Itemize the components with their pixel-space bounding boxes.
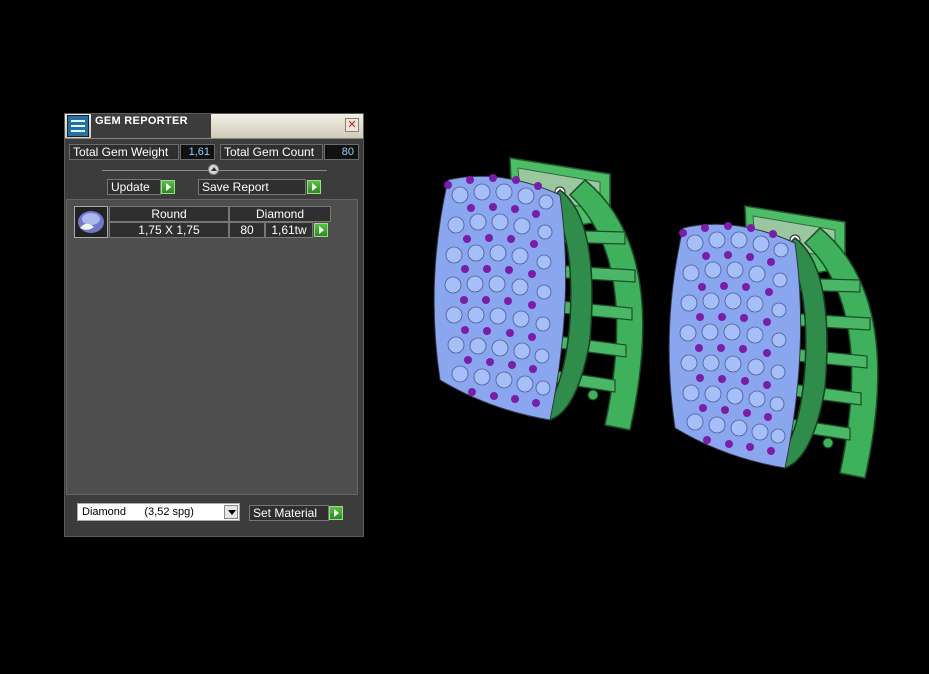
round-gem-icon[interactable] [74, 206, 108, 238]
material-select-value: Diamond (3,52 spg) [82, 506, 194, 518]
update-go-icon[interactable] [161, 180, 175, 194]
gem-count-cell[interactable]: 80 [229, 222, 265, 238]
set-material-go-icon[interactable] [329, 506, 343, 520]
gem-weight-cell[interactable]: 1,61tw [265, 222, 313, 238]
gem-reporter-app-icon [67, 115, 89, 137]
total-gem-count-value: 80 [324, 144, 359, 160]
gem-size-cell[interactable]: 1,75 X 1,75 [109, 222, 229, 238]
gem-shape-cell[interactable]: Round [109, 206, 229, 222]
material-select[interactable]: Diamond (3,52 spg) [77, 503, 240, 521]
earrings-render [433, 157, 879, 479]
gem-row-go-icon[interactable] [314, 223, 328, 237]
set-material-button[interactable]: Set Material [249, 505, 329, 521]
3d-viewport[interactable] [400, 140, 910, 504]
gem-reporter-panel: GEM REPORTER ✕ Total Gem Weight 1,61 Tot… [64, 113, 364, 537]
gem-material-cell[interactable]: Diamond [229, 206, 331, 222]
close-icon[interactable]: ✕ [345, 118, 359, 132]
gem-list [66, 199, 358, 495]
window-title: GEM REPORTER [95, 115, 188, 127]
total-gem-weight-value: 1,61 [180, 144, 215, 160]
save-report-go-icon[interactable] [307, 180, 321, 194]
update-button[interactable]: Update [107, 179, 161, 195]
total-gem-count-label: Total Gem Count [220, 144, 323, 160]
save-report-button[interactable]: Save Report [198, 179, 306, 195]
collapse-arrow-icon[interactable] [208, 164, 219, 175]
total-gem-weight-label: Total Gem Weight [69, 144, 179, 160]
title-bar[interactable]: GEM REPORTER ✕ [65, 114, 363, 139]
dropdown-arrow-icon[interactable] [224, 505, 238, 519]
